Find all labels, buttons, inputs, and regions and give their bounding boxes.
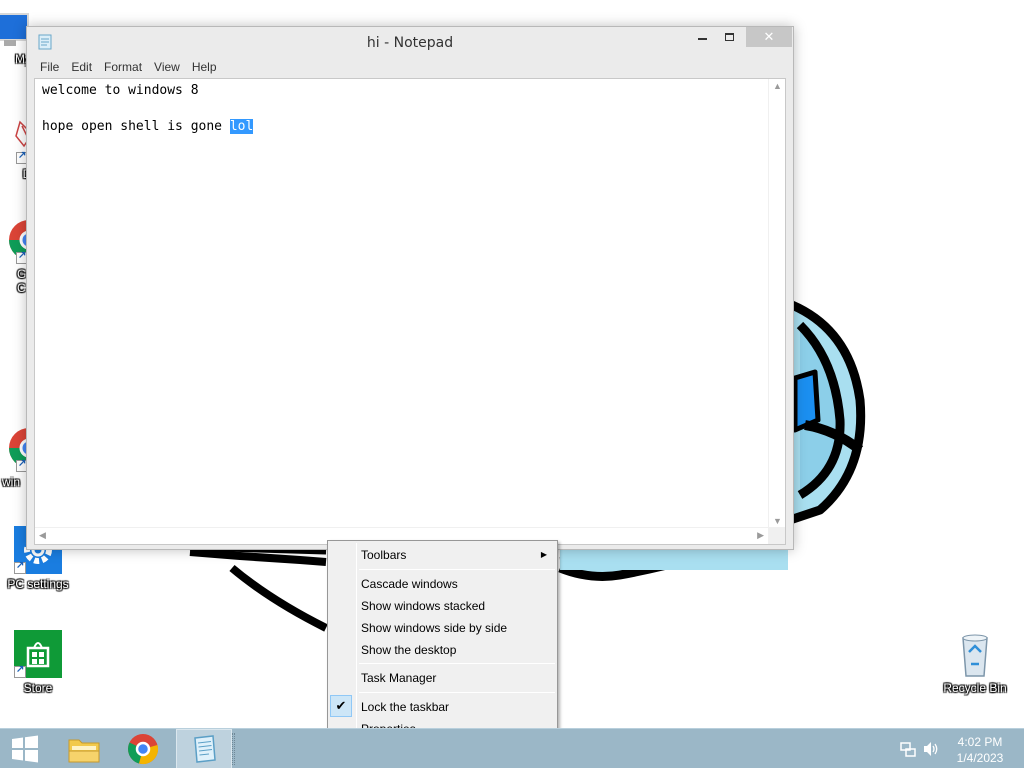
desktop-icon-label: Recycle Bin: [943, 681, 1007, 695]
menu-bar: File Edit Format View Help: [34, 57, 223, 77]
close-icon: ✕: [763, 29, 775, 45]
volume-icon[interactable]: [922, 741, 940, 757]
taskbar[interactable]: 4:02 PM 1/4/2023: [0, 728, 1024, 768]
vertical-scrollbar[interactable]: ▲ ▼: [768, 79, 785, 528]
scrollbar-corner: [768, 527, 785, 544]
menu-item-label: Toolbars: [361, 548, 407, 562]
menu-item-label: Task Manager: [361, 671, 437, 685]
scroll-down-icon[interactable]: ▼: [773, 516, 782, 526]
submenu-arrow-icon: ▶: [540, 550, 547, 559]
menu-help[interactable]: Help: [186, 57, 223, 77]
menu-separator: [359, 692, 555, 693]
menu-item-label: Lock the taskbar: [361, 700, 450, 714]
taskbar-chrome[interactable]: [115, 729, 171, 768]
shortcut-arrow-icon: [14, 560, 26, 574]
menu-edit[interactable]: Edit: [65, 57, 98, 77]
taskbar-divider: [232, 733, 235, 765]
taskbar-notepad[interactable]: [176, 729, 232, 768]
menu-item-show-desktop[interactable]: Show the desktop: [330, 639, 555, 661]
taskbar-context-menu: Toolbars ▶ Cascade windows Show windows …: [327, 540, 558, 743]
clock-time: 4:02 PM: [957, 735, 1003, 749]
file-explorer-icon: [68, 739, 100, 763]
menu-file[interactable]: File: [34, 57, 65, 77]
wallpaper-fill-strip: [560, 548, 788, 570]
menu-separator: [359, 663, 555, 664]
chrome-icon: [127, 734, 159, 765]
window-title: hi - Notepad: [366, 35, 454, 51]
notepad-icon: [194, 735, 216, 763]
system-tray: [896, 739, 944, 759]
windows-logo-icon: [12, 735, 38, 763]
desktop-icon-store[interactable]: Store: [0, 630, 76, 695]
minimize-button[interactable]: [689, 27, 716, 47]
maximize-icon: [725, 33, 734, 41]
network-icon[interactable]: [900, 741, 916, 757]
menu-separator: [359, 569, 555, 570]
recycle-bin-icon: [951, 630, 999, 678]
menu-item-show-windows-stacked[interactable]: Show windows stacked: [330, 595, 555, 617]
text-editor-area[interactable]: welcome to windows 8 hope open shell is …: [34, 78, 786, 545]
text-line-1: welcome to windows 8: [42, 83, 199, 98]
menu-item-label: Show the desktop: [361, 643, 457, 657]
scroll-right-icon[interactable]: ▶: [757, 530, 764, 541]
desktop-icon-label: Store: [23, 681, 53, 695]
notepad-titlebar[interactable]: hi - Notepad ✕: [27, 27, 793, 57]
menu-item-label: Show windows stacked: [361, 599, 486, 613]
menu-item-show-windows-side-by-side[interactable]: Show windows side by side: [330, 617, 555, 639]
notepad-window[interactable]: hi - Notepad ✕ File Edit Format View Hel…: [26, 26, 794, 550]
taskbar-file-explorer[interactable]: [56, 729, 112, 768]
menu-item-cascade-windows[interactable]: Cascade windows: [330, 573, 555, 595]
selected-text: lol: [229, 119, 254, 134]
scroll-up-icon[interactable]: ▲: [773, 81, 782, 91]
desktop-icon-recycle-bin[interactable]: Recycle Bin: [937, 630, 1013, 695]
menu-item-lock-taskbar[interactable]: Lock the taskbar: [330, 696, 555, 718]
menu-item-label: Show windows side by side: [361, 621, 508, 635]
text-line-2: hope open shell is gone: [42, 119, 230, 134]
menu-format[interactable]: Format: [98, 57, 148, 77]
menu-item-label: Cascade windows: [361, 577, 458, 591]
scroll-left-icon[interactable]: ◀: [39, 530, 46, 541]
start-button[interactable]: [0, 729, 50, 768]
maximize-button[interactable]: [716, 27, 743, 47]
menu-item-toolbars[interactable]: Toolbars ▶: [330, 544, 555, 566]
menu-view[interactable]: View: [148, 57, 186, 77]
shortcut-arrow-icon: [14, 664, 26, 678]
document-text[interactable]: welcome to windows 8 hope open shell is …: [42, 82, 254, 136]
close-button[interactable]: ✕: [746, 27, 792, 47]
taskbar-clock[interactable]: 4:02 PM 1/4/2023: [950, 734, 1010, 766]
clock-date: 1/4/2023: [956, 751, 1004, 765]
minimize-icon: [698, 38, 707, 40]
menu-item-task-manager[interactable]: Task Manager: [330, 667, 555, 689]
store-icon: [14, 630, 62, 678]
desktop-icon-label: PC settings: [7, 577, 69, 591]
